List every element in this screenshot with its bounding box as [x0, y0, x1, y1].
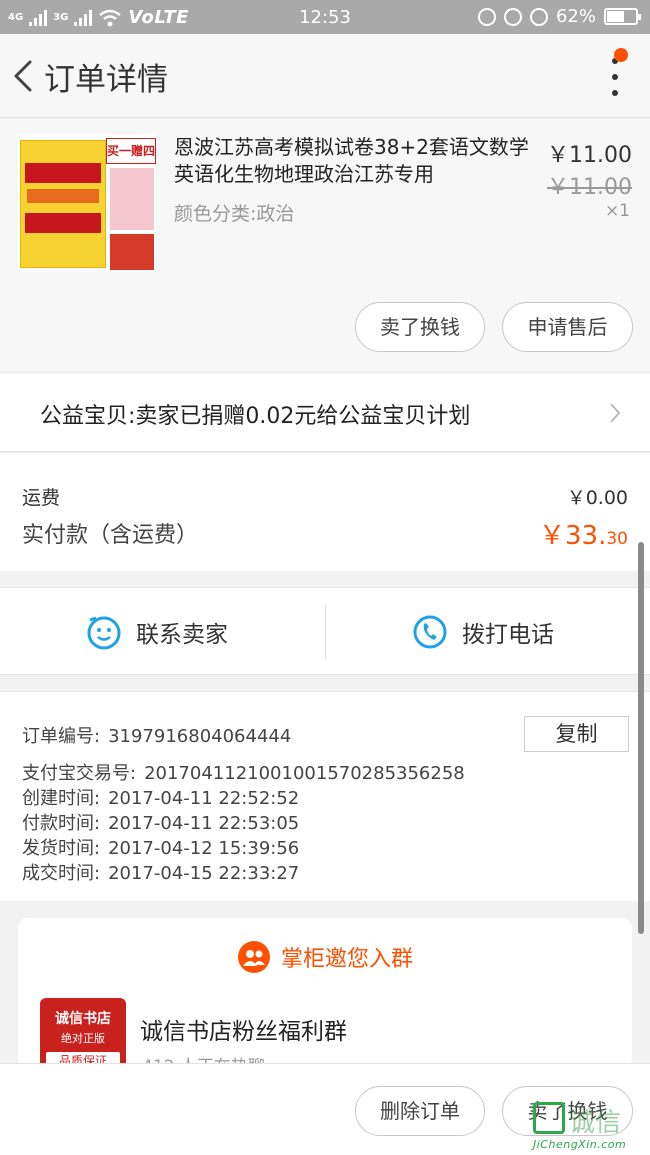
charity-text: 公益宝贝:卖家已捐赠0.02元给公益宝贝计划 — [40, 404, 471, 429]
battery-fill — [607, 11, 625, 22]
paid-amount-main: ￥33. — [539, 521, 607, 551]
product-name[interactable]: 恩波江苏高考模拟试卷38+2套语文数学英语化生物地理政治江苏专用 — [174, 134, 534, 188]
book-cover — [20, 140, 106, 268]
order-info-row: 支付宝交易号: 2017041121001001570285356258 — [22, 759, 465, 785]
order-info-value: 2017-04-11 22:52:52 — [108, 788, 300, 809]
charity-row[interactable]: 公益宝贝:卖家已捐赠0.02元给公益宝贝计划 — [0, 374, 650, 452]
site-watermark: 诚信 JiChengXin.com — [533, 1102, 649, 1154]
order-info-value: 2017-04-11 22:53:05 — [108, 813, 300, 834]
order-info-key: 创建时间: — [22, 788, 101, 809]
order-info-key: 支付宝交易号: — [22, 763, 137, 784]
shop-logo-line2: 绝对正版 — [61, 1032, 105, 1045]
call-phone-label: 拨打电话 — [462, 622, 554, 648]
shipping-value: ￥0.00 — [566, 487, 628, 509]
product-price: ￥11.00 — [547, 143, 632, 168]
nav-bar: 订单详情 — [0, 34, 650, 118]
group-people-icon — [237, 941, 270, 973]
order-info-row: 成交时间: 2017-04-15 22:33:27 — [22, 859, 299, 885]
contact-seller-button[interactable]: 联系卖家 — [86, 588, 228, 676]
scrollbar[interactable] — [638, 542, 644, 934]
contact-bar: 联系卖家 拨打电话 — [0, 587, 650, 675]
watermark-logo-icon — [533, 1102, 565, 1134]
watermark-cn: 诚信 — [569, 1108, 622, 1138]
book-side-2 — [110, 234, 154, 270]
status-bar: 4G 3G VoLTE 12:53 62% — [0, 0, 650, 34]
product-sku: 颜色分类:政治 — [174, 203, 295, 225]
chevron-right-icon — [610, 403, 621, 423]
order-info-value: 2017-04-15 22:33:27 — [108, 863, 300, 884]
no-sim-icon — [477, 7, 496, 26]
page-title: 订单详情 — [44, 62, 168, 98]
order-info-row: 付款时间: 2017-04-11 22:53:05 — [22, 809, 299, 835]
shop-logo-line1: 诚信书店 — [55, 1011, 111, 1027]
chat-face-icon — [87, 616, 121, 650]
group-invite-header: 掌柜邀您入群 — [18, 940, 632, 974]
copy-button[interactable]: 复制 — [524, 716, 629, 752]
battery-icon — [604, 8, 641, 25]
order-info-key: 付款时间: — [22, 813, 101, 834]
order-info: 订单编号: 3197916804064444 复制 支付宝交易号: 20170411… — [0, 691, 650, 901]
order-info-row: 发货时间: 2017-04-12 15:39:56 — [22, 834, 299, 860]
order-info-row: 创建时间: 2017-04-11 22:52:52 — [22, 784, 299, 810]
alarm-icon — [529, 7, 548, 26]
sell-button[interactable]: 卖了换钱 — [355, 302, 485, 352]
product-quantity: ×1 — [604, 201, 630, 221]
call-phone-button[interactable]: 拨打电话 — [412, 588, 554, 676]
paid-amount: ￥33.30 — [539, 515, 628, 552]
group-invite-card[interactable]: 掌柜邀您入群 诚信书店 绝对正版 品质保证 诚信书店粉丝福利群 412 人正在热… — [18, 918, 632, 1068]
contact-seller-label: 联系卖家 — [136, 622, 228, 648]
paid-amount-cents: 30 — [606, 529, 628, 549]
order-item[interactable]: 买一赠四 恩波江苏高考模拟试卷38+2套语文数学英语化生物地理政治江苏专用 颜色… — [0, 119, 650, 371]
promo-badge: 买一赠四 — [106, 138, 156, 164]
product-thumbnail[interactable]: 买一赠四 — [18, 134, 156, 272]
paid-label: 实付款（含运费） — [22, 523, 199, 548]
order-info-value[interactable]: 3197916804064444 — [108, 726, 291, 747]
fee-summary: 运费 ￥0.00 实付款（含运费） ￥33.30 — [0, 453, 650, 571]
contact-divider — [325, 604, 326, 660]
watermark-en: JiChengXin.com — [533, 1138, 627, 1151]
original-price: ￥11.00 — [547, 175, 632, 200]
battery-percent: 62% — [555, 6, 596, 27]
back-arrow-icon[interactable] — [10, 58, 36, 94]
order-info-key: 发货时间: — [22, 838, 101, 859]
after-sale-button[interactable]: 申请售后 — [502, 302, 633, 352]
shipping-label: 运费 — [22, 487, 61, 509]
notification-dot — [614, 48, 628, 62]
group-name[interactable]: 诚信书店粉丝福利群 — [140, 1012, 347, 1046]
lock-rotation-icon — [503, 7, 522, 26]
book-side-1 — [110, 168, 154, 230]
order-info-value: 2017041121001001570285356258 — [144, 763, 465, 784]
order-info-key: 订单编号: — [22, 726, 101, 747]
order-info-row: 订单编号: 3197916804064444 — [22, 722, 291, 748]
more-menu-icon[interactable] — [610, 58, 620, 96]
order-info-key: 成交时间: — [22, 863, 101, 884]
status-right: 62% — [477, 6, 641, 27]
group-invite-title: 掌柜邀您入群 — [280, 947, 413, 972]
phone-icon — [413, 615, 447, 649]
delete-order-button[interactable]: 删除订单 — [355, 1086, 485, 1136]
shop-logo: 诚信书店 绝对正版 品质保证 — [40, 998, 126, 1068]
order-info-value: 2017-04-12 15:39:56 — [108, 838, 300, 859]
